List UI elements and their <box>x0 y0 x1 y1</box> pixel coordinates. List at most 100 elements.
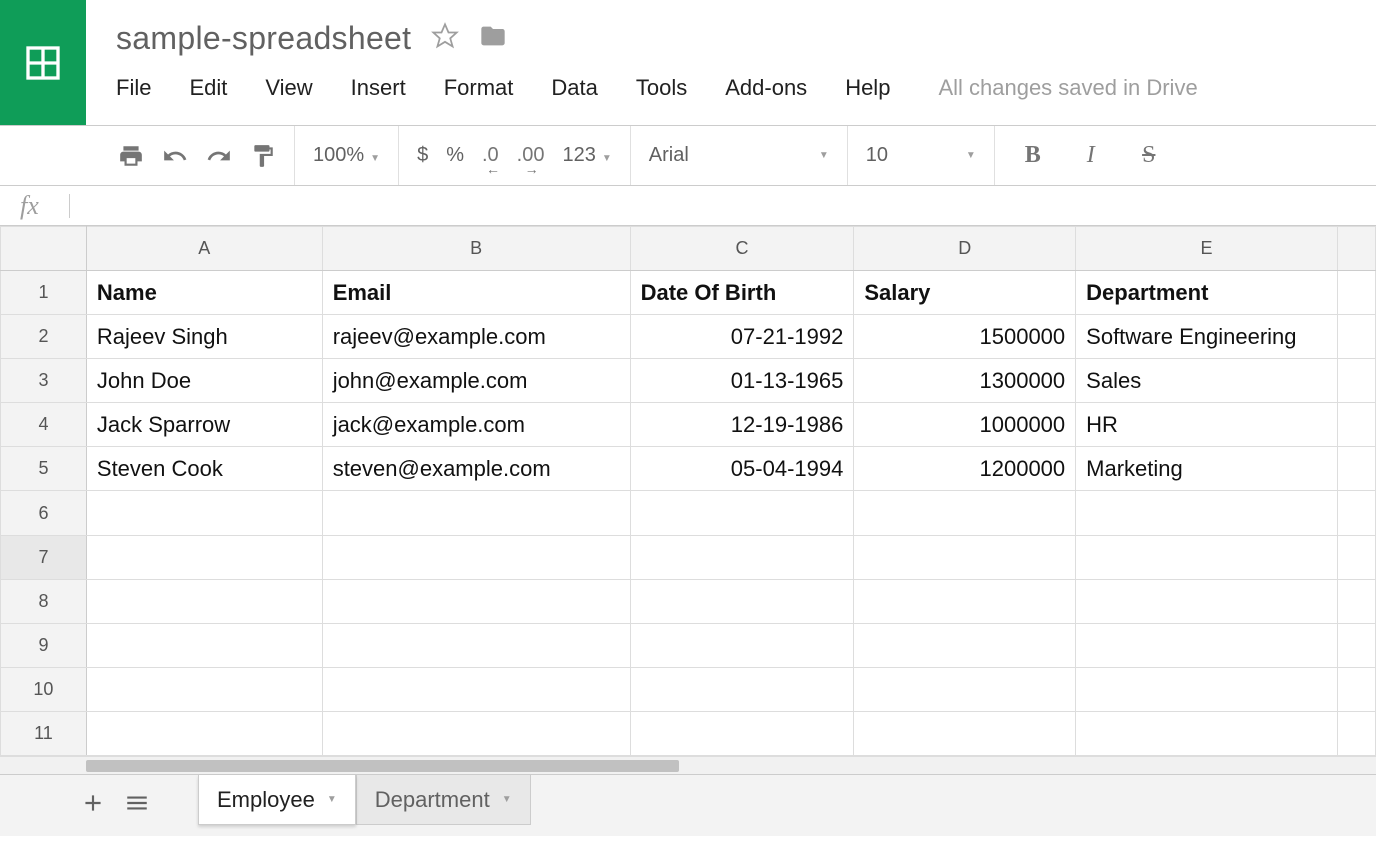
row-header[interactable]: 6 <box>1 491 87 535</box>
row-header[interactable]: 8 <box>1 579 87 623</box>
menu-view[interactable]: View <box>265 75 312 101</box>
cell[interactable] <box>86 579 322 623</box>
col-header-B[interactable]: B <box>322 227 630 271</box>
paint-format-icon[interactable] <box>250 143 276 169</box>
cell[interactable]: rajeev@example.com <box>322 315 630 359</box>
cell[interactable] <box>86 535 322 579</box>
row-header[interactable]: 7 <box>1 535 87 579</box>
menu-tools[interactable]: Tools <box>636 75 687 101</box>
cell[interactable]: Salary <box>854 271 1076 315</box>
cell[interactable] <box>854 711 1076 755</box>
cell[interactable] <box>630 623 854 667</box>
cell[interactable] <box>854 667 1076 711</box>
cell[interactable] <box>1337 667 1375 711</box>
row-header[interactable]: 3 <box>1 359 87 403</box>
cell[interactable] <box>854 623 1076 667</box>
cell[interactable] <box>1076 579 1338 623</box>
cell[interactable]: Department <box>1076 271 1338 315</box>
row-header[interactable]: 11 <box>1 711 87 755</box>
scrollbar-thumb[interactable] <box>86 760 679 772</box>
cell[interactable] <box>86 491 322 535</box>
menu-insert[interactable]: Insert <box>351 75 406 101</box>
cell[interactable] <box>1337 271 1375 315</box>
currency-button[interactable]: $ <box>417 144 428 167</box>
italic-button[interactable]: I <box>1071 142 1111 169</box>
menu-edit[interactable]: Edit <box>189 75 227 101</box>
row-header[interactable]: 2 <box>1 315 87 359</box>
menu-format[interactable]: Format <box>444 75 514 101</box>
select-all-corner[interactable] <box>1 227 87 271</box>
cell[interactable]: Marketing <box>1076 447 1338 491</box>
cell[interactable] <box>1337 315 1375 359</box>
star-icon[interactable] <box>431 22 459 55</box>
row-header[interactable]: 1 <box>1 271 87 315</box>
redo-icon[interactable] <box>206 143 232 169</box>
sheets-logo[interactable] <box>0 0 86 125</box>
increase-decimal-button[interactable]: .00→ <box>517 144 545 167</box>
cell[interactable]: 1000000 <box>854 403 1076 447</box>
cell[interactable] <box>1076 535 1338 579</box>
cell[interactable] <box>1337 359 1375 403</box>
cell[interactable]: Rajeev Singh <box>86 315 322 359</box>
row-header[interactable]: 5 <box>1 447 87 491</box>
cell[interactable] <box>1337 711 1375 755</box>
undo-icon[interactable] <box>162 143 188 169</box>
formula-input[interactable] <box>69 194 1356 218</box>
cell[interactable] <box>1337 491 1375 535</box>
cell[interactable] <box>1076 623 1338 667</box>
dropdown-arrow-icon[interactable]: ▼ <box>327 794 337 805</box>
cell[interactable]: Steven Cook <box>86 447 322 491</box>
cell[interactable] <box>322 711 630 755</box>
cell[interactable] <box>322 491 630 535</box>
cell[interactable] <box>630 491 854 535</box>
document-title[interactable]: sample-spreadsheet <box>116 20 411 57</box>
col-header-A[interactable]: A <box>86 227 322 271</box>
menu-addons[interactable]: Add-ons <box>725 75 807 101</box>
horizontal-scrollbar[interactable] <box>0 756 1376 774</box>
sheet-tab-employee[interactable]: Employee ▼ <box>198 775 356 825</box>
cell[interactable]: Email <box>322 271 630 315</box>
cell[interactable] <box>1337 403 1375 447</box>
cell[interactable] <box>1337 447 1375 491</box>
cell[interactable]: steven@example.com <box>322 447 630 491</box>
percent-button[interactable]: % <box>446 144 464 167</box>
cell[interactable]: john@example.com <box>322 359 630 403</box>
cell[interactable]: Name <box>86 271 322 315</box>
cell[interactable]: HR <box>1076 403 1338 447</box>
col-header-C[interactable]: C <box>630 227 854 271</box>
sheet-tab-department[interactable]: Department ▼ <box>356 775 531 825</box>
zoom-level[interactable]: 100%▼ <box>313 144 380 167</box>
cell[interactable] <box>322 579 630 623</box>
cell[interactable] <box>1337 579 1375 623</box>
cell[interactable]: 12-19-1986 <box>630 403 854 447</box>
menu-help[interactable]: Help <box>845 75 890 101</box>
row-header[interactable]: 9 <box>1 623 87 667</box>
menu-data[interactable]: Data <box>551 75 597 101</box>
cell[interactable] <box>86 667 322 711</box>
cell[interactable]: Software Engineering <box>1076 315 1338 359</box>
cell[interactable] <box>854 579 1076 623</box>
print-icon[interactable] <box>118 143 144 169</box>
col-header-F[interactable] <box>1337 227 1375 271</box>
cell[interactable] <box>86 711 322 755</box>
cell[interactable]: 07-21-1992 <box>630 315 854 359</box>
strikethrough-button[interactable]: S <box>1129 142 1169 169</box>
cell[interactable]: Date Of Birth <box>630 271 854 315</box>
cell[interactable] <box>1076 711 1338 755</box>
decrease-decimal-button[interactable]: .0← <box>482 144 499 167</box>
cell[interactable] <box>854 535 1076 579</box>
cell[interactable]: 05-04-1994 <box>630 447 854 491</box>
font-selector[interactable]: Arial▼ <box>649 144 829 167</box>
cell[interactable]: Jack Sparrow <box>86 403 322 447</box>
cell[interactable]: 01-13-1965 <box>630 359 854 403</box>
cell[interactable]: 1200000 <box>854 447 1076 491</box>
cell[interactable] <box>322 535 630 579</box>
menu-file[interactable]: File <box>116 75 151 101</box>
font-size-selector[interactable]: 10▼ <box>866 144 976 167</box>
cell[interactable] <box>630 535 854 579</box>
format-123-button[interactable]: 123▼ <box>562 144 611 167</box>
cell[interactable] <box>630 711 854 755</box>
col-header-D[interactable]: D <box>854 227 1076 271</box>
row-header[interactable]: 10 <box>1 667 87 711</box>
cell[interactable] <box>1337 623 1375 667</box>
